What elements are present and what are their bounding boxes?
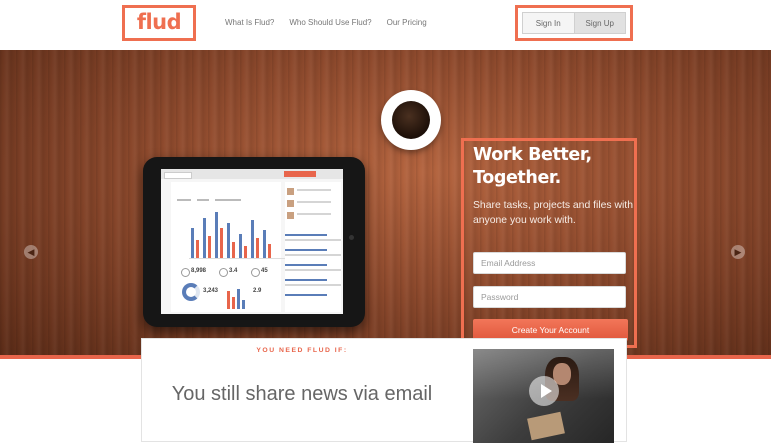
auth-buttons: Sign In Sign Up [515,5,633,41]
donut-chart [182,283,200,301]
chevron-left-icon[interactable]: ◀ [24,245,38,259]
screen-search [164,172,192,179]
chat-icon [219,268,228,277]
feed-line [285,254,341,256]
nav-who-should-use[interactable]: Who Should Use Flud? [289,18,371,27]
chart-bar [232,242,235,258]
chevron-right-icon[interactable]: ▶ [731,245,745,259]
chart-bar [232,297,235,309]
main-nav: What Is Flud? Who Should Use Flud? Our P… [225,18,427,27]
coffee [392,101,430,139]
video-tablet [527,411,565,441]
clock-icon [251,268,260,277]
chart-bar [208,236,211,258]
hero-subtitle: Share tasks, projects and files with any… [473,200,633,226]
play-icon[interactable] [529,376,559,406]
chart-bar [196,240,199,258]
feed-line [297,213,331,215]
chart-bar [215,212,218,258]
chart-bar [251,220,254,258]
sign-in-button[interactable]: Sign In [522,12,575,34]
chart-bar [237,289,240,309]
chart-bar [227,223,230,258]
screen-button [284,171,316,177]
feed-link [285,249,327,251]
feature-headline: You still share news via email [171,383,433,405]
hero-title: Work Better, Together. [473,145,592,188]
password-field[interactable] [473,286,626,308]
chart-bar [239,234,242,258]
chart-bar [242,300,245,309]
screen-bar-chart [189,206,285,259]
email-field[interactable] [473,252,626,274]
user-icon [181,268,190,277]
video-thumbnail[interactable] [473,349,614,443]
chart-bar [191,228,194,258]
feed-avatar [287,212,294,219]
nav-what-is-flud[interactable]: What Is Flud? [225,18,274,27]
feed-line [285,269,341,271]
tablet-illustration: 8,998 3.4 45 3,243 2.9 [143,157,365,327]
chart-bar [244,246,247,258]
feed-line [297,189,331,191]
screen-dashboard: 8,998 3.4 45 3,243 2.9 [171,182,285,312]
feed-link [285,279,327,281]
stat-value: 45 [261,268,268,274]
tablet-screen: 8,998 3.4 45 3,243 2.9 [161,169,343,314]
stat-value: 8,998 [191,268,207,274]
site-header: flud What Is Flud? Who Should Use Flud? … [0,0,771,50]
screen-tab [197,199,209,201]
chart-bar [256,238,259,258]
sign-up-button[interactable]: Sign Up [574,12,626,34]
feature-card: YOU NEED FLUD IF: You still share news v… [141,338,627,443]
chart-bar [203,218,206,258]
screen-activity-feed [285,182,341,312]
logo[interactable]: flud [122,5,196,41]
feed-link [285,234,327,236]
screen-tab [177,199,191,201]
screen-tab [215,199,241,201]
nav-our-pricing[interactable]: Our Pricing [387,18,427,27]
stat-value: 3.4 [229,268,238,274]
hero-banner: 8,998 3.4 45 3,243 2.9 ◀ ▶ Work Better, … [0,50,771,355]
play-triangle [540,384,552,398]
chart-bar [263,230,266,258]
stat-value: 3,243 [203,288,219,294]
tablet-camera [349,235,354,240]
eyebrow-text: YOU NEED FLUD IF: [256,347,348,354]
coffee-cup-icon [381,90,441,150]
feed-avatar [287,200,294,207]
screen-toolbar [161,169,343,179]
signup-form: Work Better, Together. Share tasks, proj… [461,138,637,348]
feed-avatar [287,188,294,195]
chart-bar [220,228,223,258]
feed-line [285,239,341,241]
logo-text: flud [136,10,182,34]
chart-bar [268,244,271,258]
stat-value: 2.9 [253,288,262,294]
chart-bar [227,291,230,309]
feed-link [285,264,327,266]
feed-line [285,284,341,286]
feed-line [297,201,331,203]
feed-link [285,294,327,296]
